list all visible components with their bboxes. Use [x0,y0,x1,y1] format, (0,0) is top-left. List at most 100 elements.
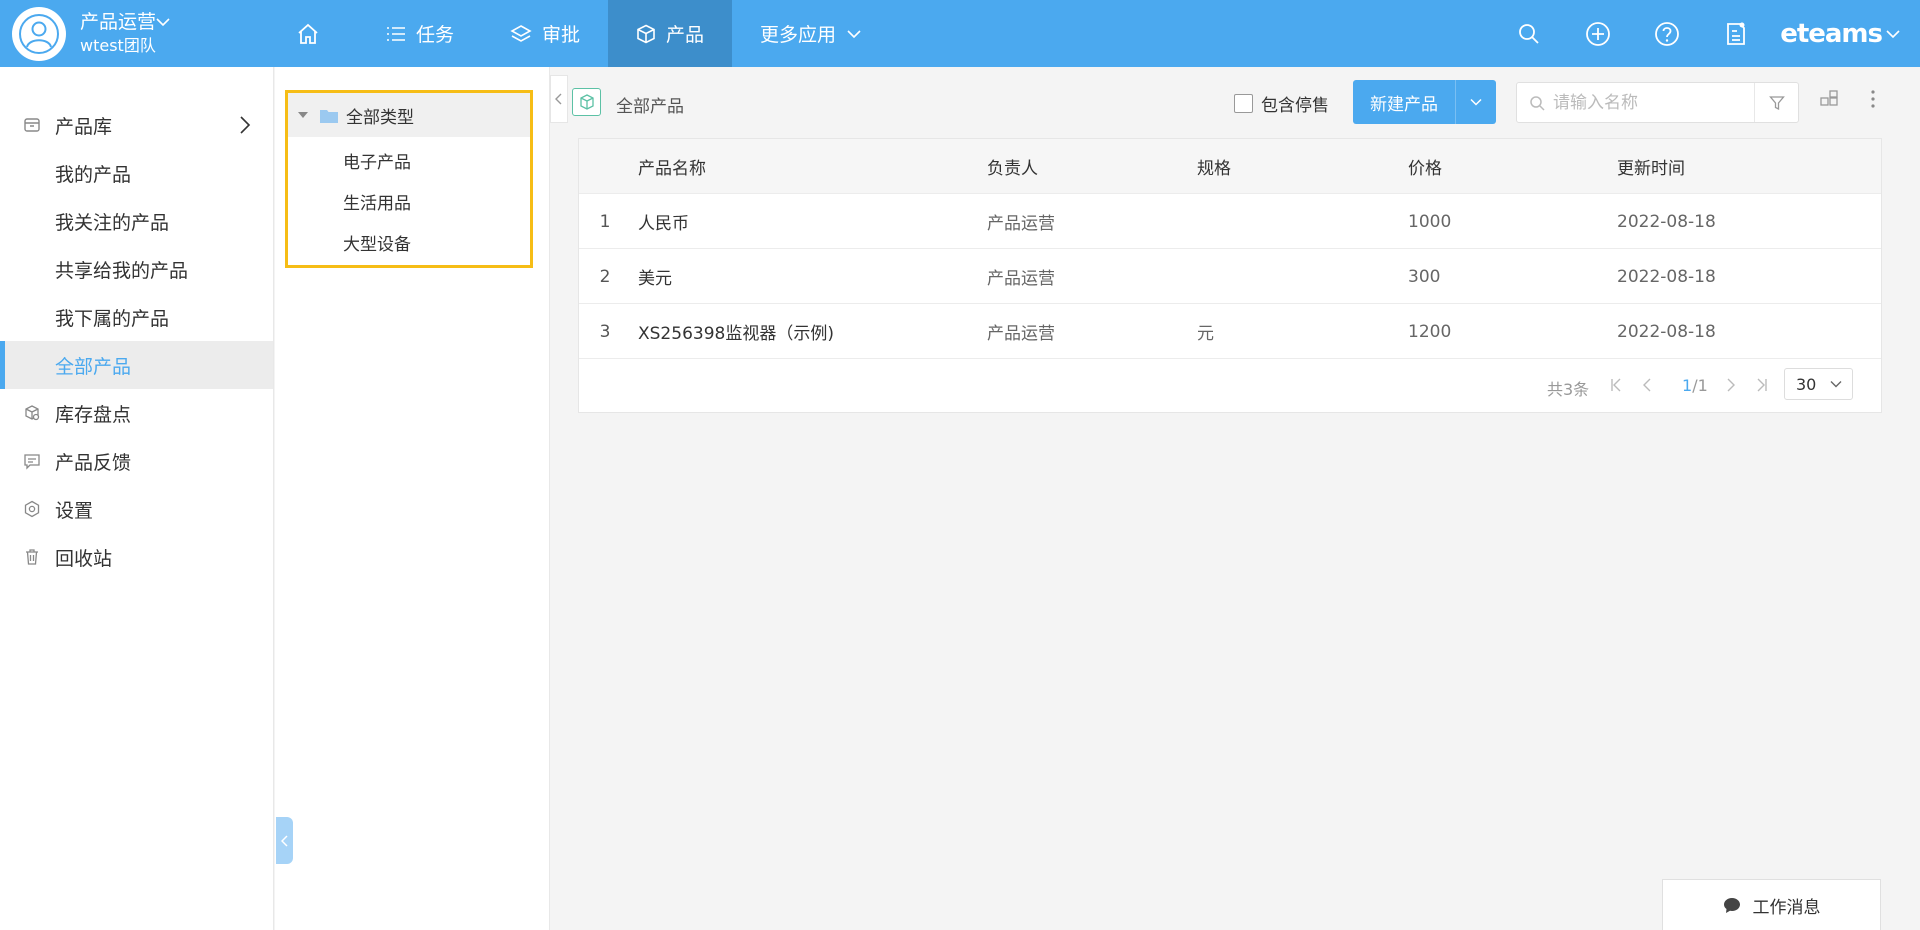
plus-circle-icon [1585,21,1610,46]
create-button[interactable] [1563,0,1632,67]
include-discontinued-checkbox[interactable] [1234,94,1253,113]
column-header-price[interactable]: 价格 [1408,139,1442,194]
next-page-icon[interactable] [1726,377,1736,393]
more-options-button[interactable] [1868,89,1878,113]
sidebar-item-label: 产品反馈 [55,451,132,474]
page-total: /1 [1692,376,1708,395]
grid-view-icon [1820,90,1838,106]
sidebar-item-my-products[interactable]: 我的产品 [0,149,273,197]
last-page-icon[interactable] [1756,377,1768,393]
table-row[interactable]: 2 美元 产品运营 300 2022-08-18 [579,249,1881,304]
team-switcher[interactable]: 产品运营 wtest团队 [12,7,170,61]
new-product-dropdown-button[interactable] [1455,80,1496,124]
include-discontinued-toggle[interactable]: 包含停售 [1234,91,1329,116]
work-message-button[interactable]: 工作消息 [1662,879,1881,930]
include-discontinued-label: 包含停售 [1261,96,1329,116]
folder-icon [320,109,338,123]
nav-home[interactable] [268,0,358,67]
prev-page-icon[interactable] [1642,377,1652,393]
sidebar-item-all-products[interactable]: 全部产品 [0,341,273,389]
table-row[interactable]: 1 人民币 产品运营 1000 2022-08-18 [579,194,1881,249]
caret-down-icon[interactable] [298,111,308,119]
nav-products[interactable]: 产品 [608,0,733,67]
work-message-label: 工作消息 [1752,897,1821,918]
product-name-link[interactable]: 美元 [638,249,672,304]
page-size-value: 30 [1796,374,1817,394]
new-product-split-button: 新建产品 [1353,80,1496,124]
tree-node-electronics[interactable]: 电子产品 [343,148,411,173]
nav-tasks-label: 任务 [416,24,455,46]
user-icon [19,14,59,54]
sidebar-item-label: 产品库 [55,115,113,138]
row-index: 2 [599,266,611,287]
nav-products-label: 产品 [666,24,705,46]
sidebar-item-label: 我的产品 [55,163,132,186]
filter-button[interactable] [1754,83,1798,122]
chevron-right-icon [240,116,251,134]
inventory-icon [25,405,40,421]
tree-node-label: 电子产品 [343,153,411,173]
tree-node-all-types[interactable]: 全部类型 [288,93,530,137]
chevron-down-icon [847,29,861,38]
updated-cell: 2022-08-18 [1617,211,1716,232]
table-row[interactable]: 3 XS256398监视器（示例) 产品运营 元 1200 2022-08-18 [579,304,1881,359]
new-product-button[interactable]: 新建产品 [1353,80,1455,124]
chevron-down-icon [1830,381,1842,388]
page-indicator: 1/1 [1682,376,1708,395]
sidebar-item-settings[interactable]: 设置 [0,485,273,533]
column-header-updated[interactable]: 更新时间 [1617,139,1685,194]
sidebar-item-label: 我下属的产品 [55,307,170,330]
left-sidebar: 产品库 我的产品 我关注的产品 共享给我的产品 我下属的产品 全部产品 库存盘点… [0,67,274,930]
first-page-icon[interactable] [1610,377,1622,393]
chevron-down-icon [156,18,170,27]
current-page: 1 [1682,376,1693,395]
column-header-spec[interactable]: 规格 [1197,139,1231,194]
notes-button[interactable] [1701,0,1770,67]
chevron-down-icon [1886,29,1900,38]
help-icon [1654,21,1679,46]
chevron-left-icon [280,834,288,847]
nav-more-apps[interactable]: 更多应用 [732,0,890,67]
sidebar-item-product-library[interactable]: 产品库 [0,101,273,149]
table-header-row: 产品名称 负责人 规格 价格 更新时间 [579,139,1881,194]
column-header-owner[interactable]: 负责人 [987,139,1038,194]
price-cell: 300 [1408,266,1441,287]
price-cell: 1000 [1408,211,1452,232]
settings-icon [24,500,40,518]
help-button[interactable] [1632,0,1701,67]
more-vertical-icon [1871,90,1875,108]
sidebar-item-label: 设置 [55,499,94,522]
expand-sidebar-handle[interactable] [276,817,293,864]
home-icon [298,23,318,44]
trash-icon [26,549,38,565]
updated-cell: 2022-08-18 [1617,266,1716,287]
category-tree-panel: 全部类型 电子产品 生活用品 大型设备 [275,67,550,930]
product-name-link[interactable]: XS256398监视器（示例) [638,304,834,359]
page-size-select[interactable]: 30 [1784,368,1853,400]
nav-tasks[interactable]: 任务 [358,0,482,67]
brand-logo: eteams [1780,18,1883,49]
column-header-name[interactable]: 产品名称 [638,139,706,194]
tree-node-large-equipment[interactable]: 大型设备 [343,230,411,255]
sidebar-item-inventory[interactable]: 库存盘点 [0,389,273,437]
updated-cell: 2022-08-18 [1617,321,1716,342]
sidebar-item-label: 共享给我的产品 [55,259,189,282]
sidebar-item-feedback[interactable]: 产品反馈 [0,437,273,485]
sidebar-item-subordinate-products[interactable]: 我下属的产品 [0,293,273,341]
nav-approval[interactable]: 审批 [482,0,608,67]
search-icon [1518,23,1539,44]
tree-node-daily-goods[interactable]: 生活用品 [343,189,411,214]
collapse-tree-button[interactable] [550,75,568,123]
product-name-link[interactable]: 人民币 [638,194,689,249]
filter-icon [1768,95,1785,110]
view-toggle-button[interactable] [1819,89,1839,113]
user-avatar[interactable] [12,7,66,61]
brand-menu[interactable]: eteams [1780,19,1900,49]
search-input[interactable] [1553,92,1758,113]
sidebar-item-followed-products[interactable]: 我关注的产品 [0,197,273,245]
price-cell: 1200 [1408,321,1452,342]
search-button[interactable] [1494,0,1563,67]
new-product-label: 新建产品 [1370,94,1438,115]
sidebar-item-shared-products[interactable]: 共享给我的产品 [0,245,273,293]
sidebar-item-recycle-bin[interactable]: 回收站 [0,533,273,581]
